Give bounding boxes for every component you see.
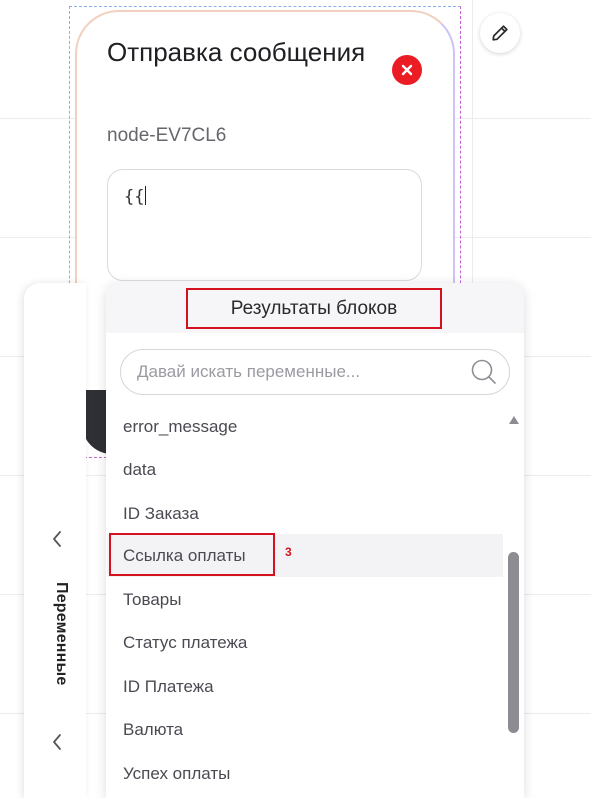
annotation-marker: 3	[285, 545, 292, 559]
variable-item-payment-id[interactable]: ID Платежа	[107, 665, 503, 708]
scroll-up-arrow-icon[interactable]	[508, 415, 520, 425]
message-text-value: {{	[124, 187, 145, 207]
node-id: node-EV7CL6	[107, 125, 227, 146]
search-icon[interactable]	[470, 358, 498, 386]
close-node-button[interactable]	[392, 55, 422, 85]
text-caret	[145, 186, 147, 205]
variable-item-payment-status[interactable]: Статус платежа	[107, 621, 503, 664]
chevron-left-icon[interactable]	[47, 730, 67, 754]
variable-item-payment-success[interactable]: Успех оплаты	[107, 752, 503, 795]
chevron-left-icon[interactable]	[47, 527, 67, 551]
highlight-annotation-box	[109, 533, 275, 576]
variable-item-order-id[interactable]: ID Заказа	[107, 492, 503, 535]
message-text-input[interactable]: {{	[107, 169, 422, 281]
variable-search-box[interactable]	[120, 349, 510, 395]
node-title: Отправка сообщения	[107, 37, 366, 67]
variable-item-products[interactable]: Товары	[107, 578, 503, 621]
variable-item-data[interactable]: data	[107, 448, 503, 491]
edit-node-button[interactable]	[480, 13, 520, 53]
close-icon	[401, 64, 413, 76]
dropdown-title: Результаты блоков	[186, 288, 442, 329]
variable-search-input[interactable]	[137, 350, 457, 394]
pencil-icon	[492, 25, 508, 41]
dropdown-scrollbar-thumb[interactable]	[508, 552, 519, 733]
variables-tab-label: Переменные	[53, 582, 70, 686]
variable-item-currency[interactable]: Валюта	[107, 708, 503, 751]
variable-item-error-message[interactable]: error_message	[107, 405, 503, 448]
